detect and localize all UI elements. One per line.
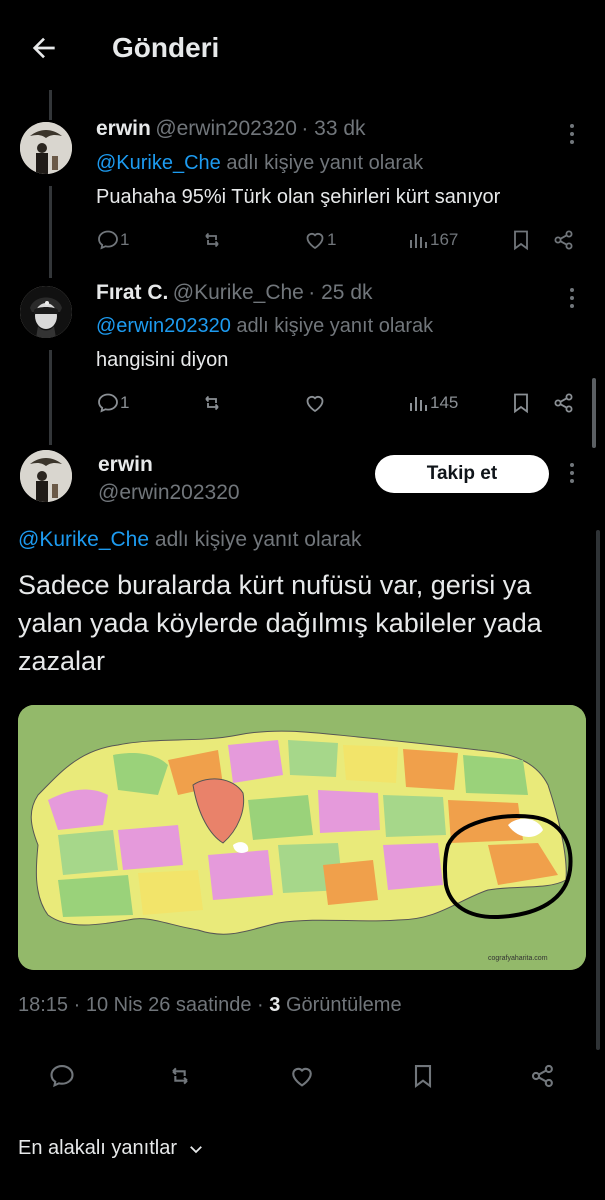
reply-button[interactable]: 1 [96,228,129,252]
post-text: Sadece buralarda kürt nufüsü var, gerisi… [18,570,542,676]
author-handle[interactable]: @erwin202320 [98,481,240,505]
like-button[interactable]: 1 [303,228,336,252]
scrollbar-thumb[interactable] [592,378,596,448]
repost-icon [205,395,219,411]
heart-icon [306,232,324,250]
heart-icon [292,1067,312,1087]
repost-icon [205,232,219,248]
author-handle[interactable]: @Kurike_Che [173,281,304,304]
reply-count: 1 [120,230,130,249]
bar-chart-icon [410,397,427,411]
reply-context: @Kurike_Che adlı kişiye yanıt olarak [18,528,362,551]
author-handle[interactable]: @erwin202320 [155,117,297,140]
view-count: 145 [430,393,459,412]
share-icon [554,393,573,413]
repost-button[interactable] [166,1062,194,1090]
reply-context: @erwin202320 adlı kişiye yanıt olarak [96,315,434,337]
share-icon [554,230,573,250]
reply-context: @Kurike_Che adlı kişiye yanıt olarak [96,152,424,174]
avatar[interactable] [20,286,72,338]
follow-button[interactable]: Takip et [375,455,549,493]
more-options-icon[interactable] [569,124,575,148]
heart-icon [306,395,324,413]
bookmark-icon [514,393,528,414]
reply-2-header: Fırat C. @Kurike_Che · 25 dk [96,281,373,305]
view-count: 3 [269,994,281,1016]
post-image-map[interactable]: cografyaharita.com [18,705,586,970]
repost-button[interactable] [200,228,224,252]
reply-button[interactable] [48,1062,76,1090]
mention-link[interactable]: @Kurike_Che [18,528,149,551]
bar-chart-icon [410,234,427,248]
post-timestamp: 18:15 · 10 Nis 26 saatinde · [18,994,264,1016]
repost-button[interactable] [200,391,224,415]
like-count: 1 [327,230,337,249]
comment-icon [98,393,118,413]
thread-connector [49,186,52,278]
bookmark-button[interactable] [509,391,533,415]
scrollbar-track[interactable] [596,530,600,1050]
like-button[interactable] [303,391,327,415]
bookmark-icon [414,1065,432,1089]
thread-connector [49,350,52,445]
reply-count: 1 [120,393,130,412]
reply-1-header: erwin @erwin202320 · 33 dk [96,117,366,141]
more-options-icon[interactable] [569,463,575,487]
author-name[interactable]: Fırat C. [96,281,168,304]
share-button[interactable] [552,228,576,252]
views-label: Görüntüleme [285,994,402,1016]
share-button[interactable] [529,1062,557,1090]
page-title: Gönderi [112,32,220,63]
reply-text: Puahaha 95%i Türk olan şehirleri kürt sa… [96,186,501,208]
bookmark-icon [514,230,528,251]
top-bar: Gönderi [0,0,605,96]
back-arrow-icon[interactable] [28,32,60,64]
post-meta: 18:15 · 10 Nis 26 saatinde · 3 Görüntüle… [18,994,402,1017]
author-name[interactable]: erwin [98,453,153,477]
post-time: · 25 dk [308,281,373,304]
more-options-icon[interactable] [569,288,575,312]
reply-text: hangisini diyon [96,349,229,371]
chevron-down-icon [190,1145,202,1153]
avatar[interactable] [20,122,72,174]
view-count: 167 [430,230,459,249]
comment-icon [50,1065,74,1088]
avatar[interactable] [20,450,72,502]
sort-replies-dropdown[interactable]: En alakalı yanıtlar [18,1137,205,1160]
share-icon [531,1064,553,1088]
repost-icon [172,1067,188,1085]
bookmark-button[interactable] [509,228,533,252]
thread-connector [49,90,52,120]
author-name[interactable]: erwin [96,117,151,140]
map-caption: cografyaharita.com [488,955,548,962]
sort-label: En alakalı yanıtlar [18,1137,177,1159]
bookmark-button[interactable] [409,1062,437,1090]
reply-button[interactable]: 1 [96,391,129,415]
share-button[interactable] [552,391,576,415]
views-button[interactable]: 167 [406,228,458,252]
post-time: · 33 dk [301,117,366,140]
mention-link[interactable]: @erwin202320 [96,315,231,337]
mention-link[interactable]: @Kurike_Che [96,152,221,174]
like-button[interactable] [288,1062,316,1090]
comment-icon [98,230,118,250]
views-button[interactable]: 145 [406,391,458,415]
